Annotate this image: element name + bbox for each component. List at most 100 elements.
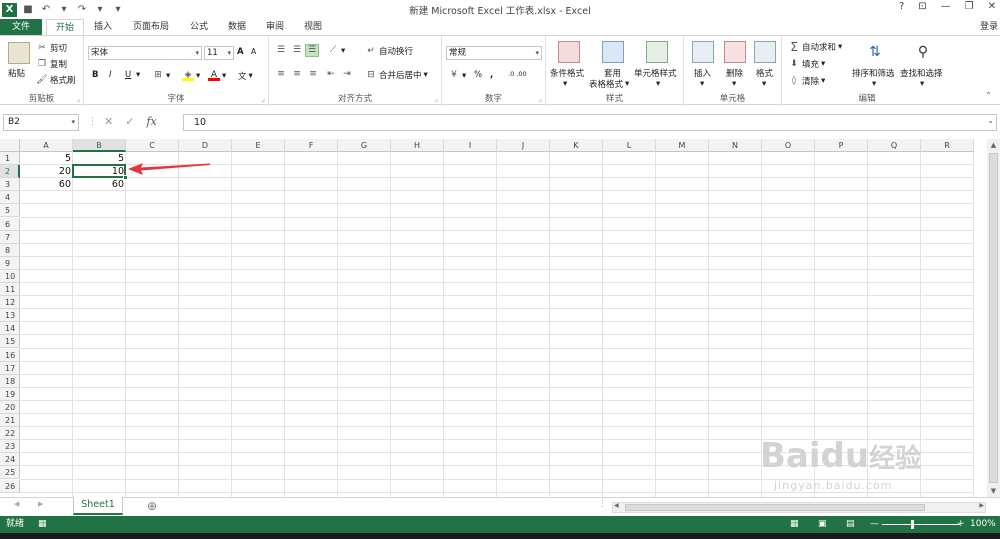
zoom-level[interactable]: 100%	[970, 516, 996, 533]
zoom-out-button[interactable]: —	[870, 516, 879, 533]
format-cells-icon[interactable]	[754, 41, 776, 63]
row-header[interactable]: 1	[0, 152, 20, 166]
merge-center-button[interactable]: ⊟ 合并后居中 ▾	[365, 69, 428, 82]
sort-filter-button[interactable]: 排序和筛选	[852, 67, 895, 79]
align-left-button[interactable]: ≡	[275, 69, 287, 80]
dialog-launcher-icon[interactable]: ⌟	[262, 95, 265, 103]
tab-home[interactable]: 开始	[46, 19, 84, 36]
scroll-left-icon[interactable]: ◀	[614, 502, 619, 509]
page-break-view-icon[interactable]: ▤	[846, 516, 855, 533]
cell-styles-dropdown[interactable]: ▾	[656, 79, 660, 89]
restore-button[interactable]: ❐	[965, 1, 974, 12]
row-header[interactable]: 13	[0, 309, 20, 323]
column-header[interactable]: N	[709, 139, 762, 152]
number-format-select[interactable]: 常规 ▾	[446, 46, 542, 60]
active-cell-border[interactable]	[72, 164, 126, 179]
scroll-split-grip[interactable]: ⋮	[598, 499, 607, 509]
fill-color-button[interactable]: ◈ ▾	[182, 70, 200, 81]
row-header[interactable]: 21	[0, 414, 20, 428]
horizontal-scrollbar[interactable]: ◀ ▶	[612, 502, 986, 513]
column-header[interactable]: D	[179, 139, 232, 152]
close-button[interactable]: ✕	[988, 1, 996, 12]
zoom-slider-thumb[interactable]	[911, 520, 914, 529]
formula-input[interactable]: 10	[183, 114, 997, 131]
row-header[interactable]: 12	[0, 296, 20, 310]
percent-button[interactable]: %	[474, 70, 482, 80]
align-middle-button[interactable]: ☰	[291, 45, 303, 56]
tab-formulas[interactable]: 公式	[184, 19, 214, 35]
grow-font-button[interactable]: A	[237, 47, 244, 57]
next-sheet-icon[interactable]: ▶	[38, 500, 43, 508]
underline-button[interactable]: U	[125, 70, 131, 80]
column-header[interactable]: P	[815, 139, 868, 152]
column-header[interactable]: Q	[868, 139, 921, 152]
insert-function-button[interactable]: fx	[146, 114, 156, 130]
prev-sheet-icon[interactable]: ◀	[14, 500, 19, 508]
format-cells-button[interactable]: 格式	[756, 67, 773, 79]
underline-dropdown[interactable]: ▾	[136, 70, 140, 80]
tab-view[interactable]: 视图	[298, 19, 328, 35]
align-bottom-button[interactable]: ☰	[305, 44, 319, 57]
column-header[interactable]: H	[391, 139, 444, 152]
row-header[interactable]: 20	[0, 400, 20, 414]
copy-button[interactable]: ❐ 复制	[36, 58, 67, 71]
paste-button[interactable]: 粘贴	[8, 67, 25, 79]
column-header[interactable]: C	[126, 139, 179, 152]
tab-page-layout[interactable]: 页面布局	[128, 19, 174, 35]
sort-filter-icon[interactable]: ⇅	[864, 41, 886, 63]
increase-indent-button[interactable]: ⇥	[341, 69, 353, 80]
row-header[interactable]: 19	[0, 387, 20, 401]
delete-cells-icon[interactable]	[724, 41, 746, 63]
border-button[interactable]: ⊞ ▾	[152, 70, 170, 81]
column-header[interactable]: I	[444, 139, 497, 152]
row-header[interactable]: 15	[0, 335, 20, 349]
cut-button[interactable]: ✂ 剪切	[36, 42, 67, 55]
macro-record-icon[interactable]: ▦	[38, 516, 47, 533]
select-all-corner[interactable]	[0, 139, 20, 152]
name-box[interactable]: B2 ▾	[3, 114, 79, 131]
chevron-down-icon[interactable]: ▾	[71, 115, 75, 130]
add-sheet-icon[interactable]: ⊕	[147, 498, 157, 514]
minimize-button[interactable]: —	[941, 1, 951, 12]
align-top-button[interactable]: ☰	[275, 45, 287, 56]
column-header[interactable]: O	[762, 139, 815, 152]
row-header[interactable]: 8	[0, 243, 20, 257]
find-select-dropdown[interactable]: ▾	[920, 79, 924, 89]
column-header[interactable]: M	[656, 139, 709, 152]
tab-file[interactable]: 文件	[0, 19, 42, 35]
row-header[interactable]: 16	[0, 348, 20, 362]
enter-icon[interactable]: ✓	[125, 114, 134, 130]
row-header[interactable]: 6	[0, 217, 20, 231]
conditional-format-button[interactable]: 条件格式	[550, 67, 584, 79]
row-header[interactable]: 24	[0, 453, 20, 467]
shrink-font-button[interactable]: A	[251, 47, 256, 56]
find-select-button[interactable]: 查找和选择	[900, 67, 943, 79]
vertical-scroll-thumb[interactable]	[989, 153, 998, 483]
sheet-tab-sheet1[interactable]: Sheet1	[73, 497, 123, 515]
insert-cells-button[interactable]: 插入	[694, 67, 711, 79]
dialog-launcher-icon[interactable]: ⌟	[77, 95, 80, 103]
decrease-indent-button[interactable]: ⇤	[325, 69, 337, 80]
row-header[interactable]: 23	[0, 440, 20, 454]
column-header[interactable]: R	[921, 139, 974, 152]
tab-review[interactable]: 审阅	[260, 19, 290, 35]
normal-view-icon[interactable]: ▦	[790, 516, 799, 533]
column-header[interactable]: K	[550, 139, 603, 152]
font-name-select[interactable]: 宋体 ▾	[88, 46, 202, 60]
increase-decimal-button[interactable]: .0 .00	[508, 70, 527, 78]
format-painter-button[interactable]: 🖌 格式刷	[36, 74, 75, 87]
sort-filter-dropdown[interactable]: ▾	[872, 79, 876, 89]
zoom-in-button[interactable]: +	[957, 516, 965, 533]
cell-b1[interactable]: 5	[73, 152, 126, 165]
scroll-down-icon[interactable]: ▼	[987, 485, 1000, 497]
row-header[interactable]: 11	[0, 283, 20, 297]
orientation-button[interactable]: ⟋ ▾	[327, 45, 345, 56]
row-header[interactable]: 18	[0, 374, 20, 388]
collapse-ribbon-icon[interactable]: ⌃	[985, 91, 992, 101]
help-button[interactable]: ?	[899, 1, 904, 12]
wrap-text-button[interactable]: ↵ 自动换行	[365, 45, 413, 58]
italic-button[interactable]: I	[109, 70, 112, 80]
ribbon-display-button[interactable]: ⊡	[918, 1, 926, 12]
row-header[interactable]: 26	[0, 479, 20, 493]
font-color-button[interactable]: A ▾	[208, 70, 226, 81]
